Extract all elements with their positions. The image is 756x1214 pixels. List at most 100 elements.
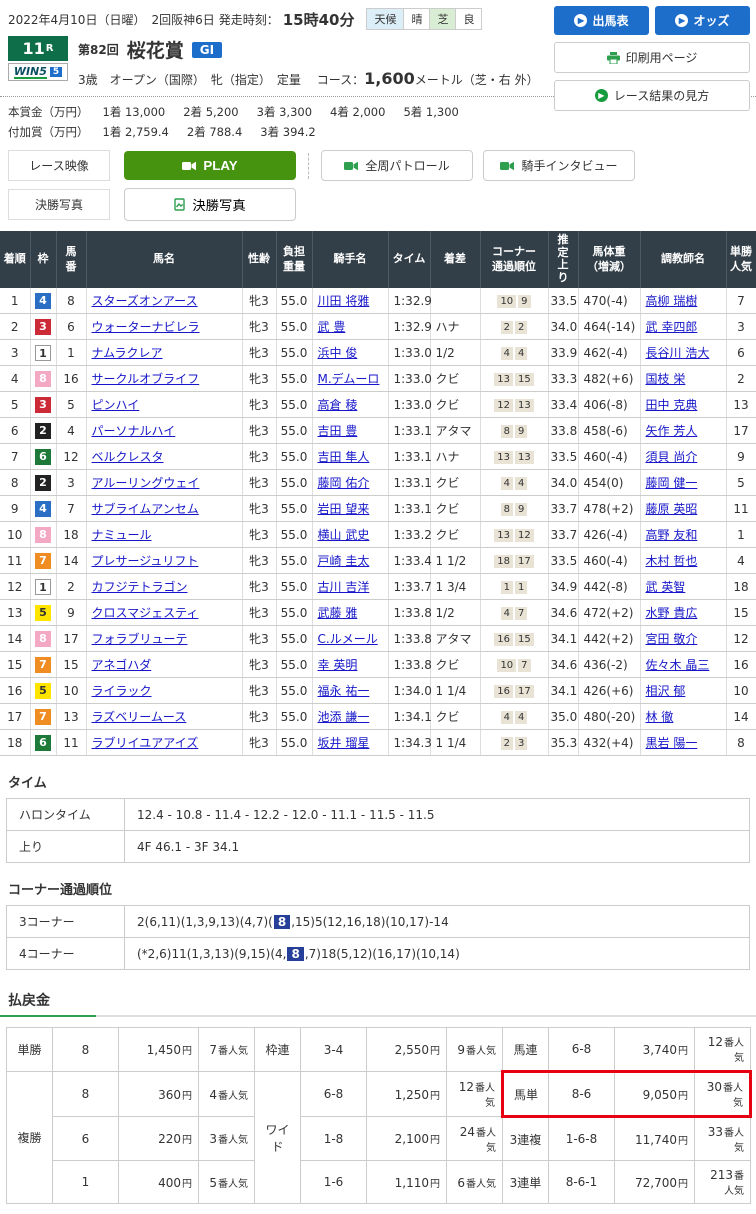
horse-link[interactable]: プレサージュリフト (92, 554, 199, 568)
horse-link[interactable]: ライラック (92, 684, 152, 698)
jockey-link[interactable]: 川田 将雅 (318, 294, 370, 308)
trainer-link[interactable]: 黒岩 陽一 (646, 736, 698, 750)
payout-type-label: 馬単 (501, 1070, 549, 1119)
last-3f: 33.8 (548, 417, 579, 445)
jockey-link[interactable]: 古川 吉洋 (318, 580, 370, 594)
entry-table-button[interactable]: ▶ 出馬表 (554, 6, 649, 35)
trainer-link[interactable]: 武 幸四郎 (646, 320, 698, 334)
corner-section-title: コーナー通過順位 (8, 883, 113, 899)
jockey-link[interactable]: 池添 謙一 (318, 710, 370, 724)
frame-badge: 4 (35, 292, 51, 309)
horse-link[interactable]: スターズオンアース (92, 294, 198, 308)
jockey-link[interactable]: 藤岡 佑介 (318, 476, 370, 490)
horse-link[interactable]: ラズベリームース (92, 710, 187, 724)
horse-number: 6 (56, 313, 87, 341)
trainer-link[interactable]: 佐々木 晶三 (646, 658, 710, 672)
jockey-link[interactable]: 武 豊 (318, 320, 346, 334)
finish-position: 12 (0, 573, 31, 601)
finish-time: 1:33.1 (388, 495, 432, 523)
how-to-read-button[interactable]: ▶ レース結果の見方 (554, 80, 750, 111)
horse-link[interactable]: ラブリイユアアイズ (92, 736, 199, 750)
race-edition: 第82回 (78, 43, 119, 57)
results-col-header: 調教師名 (640, 231, 727, 289)
grade-badge: GI (191, 41, 223, 58)
result-row: 12 1 2 カフジテトラゴン 牝3 55.0 古川 吉洋 1:33.7 1 3/4 1 1 34.9… (0, 573, 756, 601)
patrol-video-button[interactable]: 全周パトロール (321, 150, 473, 182)
jockey-link[interactable]: 坂井 瑠星 (318, 736, 370, 750)
horse-link[interactable]: カフジテトラゴン (92, 580, 188, 594)
sex-age: 牝3 (242, 417, 277, 445)
horse-link[interactable]: ウォーターナビレラ (92, 320, 200, 334)
horse-link[interactable]: パーソナルハイ (92, 424, 176, 438)
payout-favorite-rank: 3番人気 (198, 1116, 255, 1162)
trainer-link[interactable]: 須貝 尚介 (646, 450, 698, 464)
payout-type-label: 馬連 (502, 1027, 549, 1073)
trainer-link[interactable]: 国枝 栄 (646, 372, 686, 386)
play-button[interactable]: PLAY (124, 151, 296, 181)
payout-type-label: 枠連 (254, 1027, 301, 1073)
horse-link[interactable]: フォラブリューテ (92, 632, 188, 646)
trainer-link[interactable]: 高柳 瑞樹 (646, 294, 698, 308)
jockey-link[interactable]: 福永 祐一 (318, 684, 370, 698)
print-page-button[interactable]: 印刷用ページ (554, 42, 750, 73)
frame-badge: 7 (35, 708, 51, 725)
trainer-link[interactable]: 高野 友和 (646, 528, 698, 542)
horse-link[interactable]: クロスマジェスティ (92, 606, 199, 620)
jockey-link[interactable]: 吉田 豊 (318, 424, 358, 438)
trainer-link[interactable]: 相沢 郁 (646, 684, 686, 698)
trainer-link[interactable]: 田中 克典 (646, 398, 698, 412)
margin: クビ (430, 365, 481, 393)
horse-link[interactable]: アルーリングウェイ (92, 476, 200, 490)
trainer-link[interactable]: 木村 哲也 (646, 554, 698, 568)
jockey-link[interactable]: 高倉 稜 (318, 398, 358, 412)
weather-label: 天候 (367, 9, 404, 29)
result-row: 1 4 8 スターズオンアース 牝3 55.0 川田 将雅 1:32.9 10 9 33.5 470(… (0, 288, 756, 315)
horse-link[interactable]: ベルクレスタ (92, 450, 164, 464)
jockey-interview-button[interactable]: 騎手インタビュー (483, 150, 635, 182)
frame-badge: 8 (35, 526, 51, 543)
horse-link[interactable]: サブライムアンセム (92, 502, 199, 516)
trainer-link[interactable]: 藤岡 健一 (646, 476, 698, 490)
horse-link[interactable]: ピンハイ (92, 398, 140, 412)
jockey-link[interactable]: 吉田 隼人 (318, 450, 370, 464)
jockey-link[interactable]: 幸 英明 (318, 658, 358, 672)
trainer-link[interactable]: 武 英智 (646, 580, 686, 594)
payout-amount: 3,740円 (614, 1027, 695, 1073)
payout-amount: 360円 (118, 1071, 199, 1118)
jockey-link[interactable]: 浜中 俊 (318, 346, 358, 360)
horse-link[interactable]: サークルオブライフ (92, 372, 200, 386)
carried-weight: 55.0 (276, 625, 313, 653)
body-weight: 454(0) (578, 469, 641, 497)
trainer-link[interactable]: 水野 貴広 (646, 606, 698, 620)
horse-number: 1 (56, 339, 87, 367)
horse-link[interactable]: ナミュール (92, 528, 152, 542)
horse-link[interactable]: アネゴハダ (92, 658, 152, 672)
margin: 1 1/4 (430, 677, 481, 705)
jockey-link[interactable]: C.ルメール (318, 632, 378, 646)
payout-combination: 8 (52, 1071, 119, 1118)
jockey-link[interactable]: 戸崎 圭太 (318, 554, 370, 568)
jockey-link[interactable]: M.デムーロ (318, 372, 380, 386)
finish-photo-button[interactable]: 決勝写真 (124, 188, 296, 222)
results-tbody: 1 4 8 スターズオンアース 牝3 55.0 川田 将雅 1:32.9 10 9 33.5 470(… (0, 288, 756, 757)
video-camera-icon (182, 161, 197, 171)
finish-position: 3 (0, 339, 31, 367)
win-favorite-rank: 5 (726, 469, 756, 497)
last-3f: 34.6 (548, 599, 579, 627)
odds-button[interactable]: ▶ オッズ (655, 6, 750, 35)
last-up-label: 上り (6, 830, 125, 864)
trainer-link[interactable]: 矢作 芳人 (646, 424, 698, 438)
horse-link[interactable]: ナムラクレア (92, 346, 163, 360)
trainer-link[interactable]: 藤原 英昭 (646, 502, 698, 516)
trainer-link[interactable]: 長谷川 浩大 (646, 346, 710, 360)
win-favorite-rank: 8 (726, 729, 756, 757)
trainer-link[interactable]: 宮田 敬介 (646, 632, 698, 646)
jockey-link[interactable]: 横山 武史 (318, 528, 370, 542)
print-page-label: 印刷用ページ (625, 51, 698, 65)
finish-time: 1:33.0 (388, 391, 432, 419)
jockey-link[interactable]: 武藤 雅 (318, 606, 358, 620)
jockey-link[interactable]: 岩田 望来 (318, 502, 370, 516)
trainer-link[interactable]: 林 徹 (646, 710, 674, 724)
corner-positions: 44 (480, 703, 549, 731)
finish-time: 1:33.7 (388, 573, 432, 601)
